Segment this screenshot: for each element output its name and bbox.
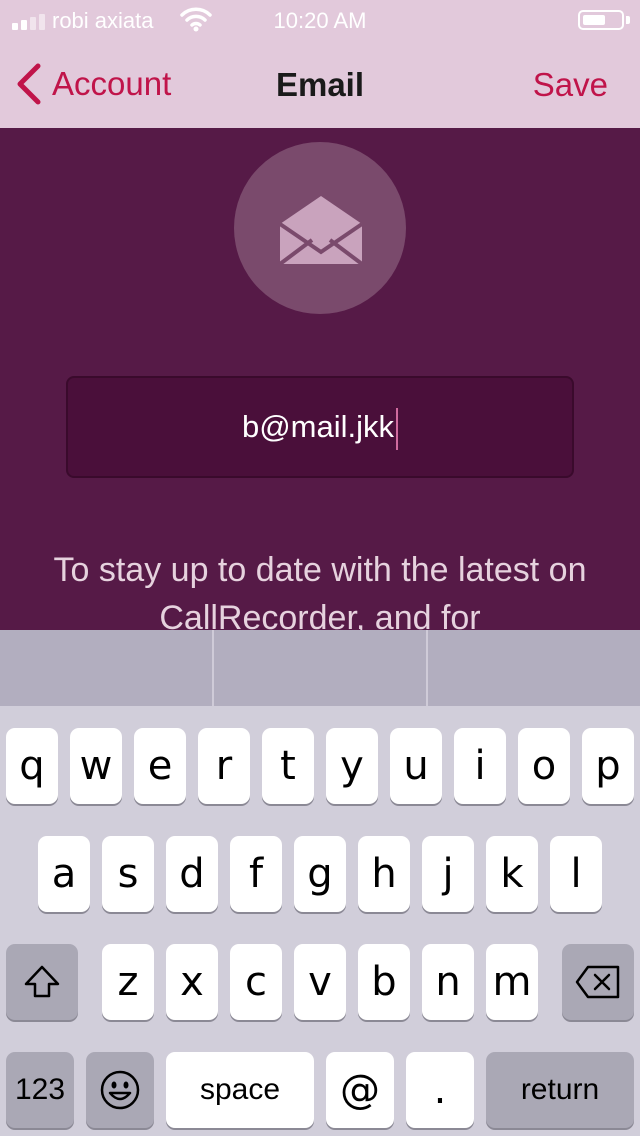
key-s[interactable]: s bbox=[102, 836, 154, 912]
battery-level bbox=[583, 15, 605, 25]
return-key[interactable]: return bbox=[486, 1052, 634, 1128]
key-e[interactable]: e bbox=[134, 728, 186, 804]
clock: 10:20 AM bbox=[273, 8, 367, 33]
email-field-value: b@mail.jkk bbox=[241, 409, 395, 444]
key-l[interactable]: l bbox=[550, 836, 602, 912]
key-b[interactable]: b bbox=[358, 944, 410, 1020]
keyboard-suggestion-bar bbox=[0, 630, 640, 706]
info-text: To stay up to date with the latest on Ca… bbox=[53, 551, 587, 630]
backspace-icon bbox=[575, 965, 620, 999]
key-t[interactable]: t bbox=[262, 728, 314, 804]
dot-key[interactable]: . bbox=[406, 1052, 474, 1128]
key-d[interactable]: d bbox=[166, 836, 218, 912]
key-x[interactable]: x bbox=[166, 944, 218, 1020]
numbers-key[interactable]: 123 bbox=[6, 1052, 74, 1128]
key-h[interactable]: h bbox=[358, 836, 410, 912]
battery-nub bbox=[626, 16, 630, 24]
key-o[interactable]: o bbox=[518, 728, 570, 804]
key-q[interactable]: q bbox=[6, 728, 58, 804]
shift-arrow-icon bbox=[24, 965, 60, 998]
emoji-key[interactable] bbox=[86, 1052, 154, 1128]
email-field[interactable]: b@mail.jkk bbox=[66, 376, 574, 478]
battery-icon bbox=[578, 10, 624, 30]
key-y[interactable]: y bbox=[326, 728, 378, 804]
emoji-icon bbox=[100, 1070, 140, 1110]
key-c[interactable]: c bbox=[230, 944, 282, 1020]
shift-key[interactable] bbox=[6, 944, 78, 1020]
text-cursor bbox=[396, 407, 399, 450]
save-button[interactable]: Save bbox=[533, 66, 608, 104]
status-bar: robi axiata 10:20 AM bbox=[0, 0, 640, 40]
key-k[interactable]: k bbox=[486, 836, 538, 912]
keyboard: 123 space @ . return qwertyuiop asdfghjkl… bbox=[0, 706, 640, 1136]
key-w[interactable]: w bbox=[70, 728, 122, 804]
key-i[interactable]: i bbox=[454, 728, 506, 804]
key-g[interactable]: g bbox=[294, 836, 346, 912]
key-r[interactable]: r bbox=[198, 728, 250, 804]
envelope-icon bbox=[278, 196, 364, 266]
key-v[interactable]: v bbox=[294, 944, 346, 1020]
navigation-bar: Account Email Save bbox=[0, 40, 640, 128]
key-j[interactable]: j bbox=[422, 836, 474, 912]
key-a[interactable]: a bbox=[38, 836, 90, 912]
key-u[interactable]: u bbox=[390, 728, 442, 804]
email-settings-content: b@mail.jkk To stay up to date with the l… bbox=[0, 128, 640, 630]
space-key[interactable]: space bbox=[166, 1052, 314, 1128]
key-m[interactable]: m bbox=[486, 944, 538, 1020]
key-z[interactable]: z bbox=[102, 944, 154, 1020]
suggestion-divider bbox=[426, 630, 428, 706]
mail-icon-circle bbox=[234, 142, 406, 314]
at-key[interactable]: @ bbox=[326, 1052, 394, 1128]
key-n[interactable]: n bbox=[422, 944, 474, 1020]
key-p[interactable]: p bbox=[582, 728, 634, 804]
suggestion-divider bbox=[212, 630, 214, 706]
delete-key[interactable] bbox=[562, 944, 634, 1020]
key-f[interactable]: f bbox=[230, 836, 282, 912]
